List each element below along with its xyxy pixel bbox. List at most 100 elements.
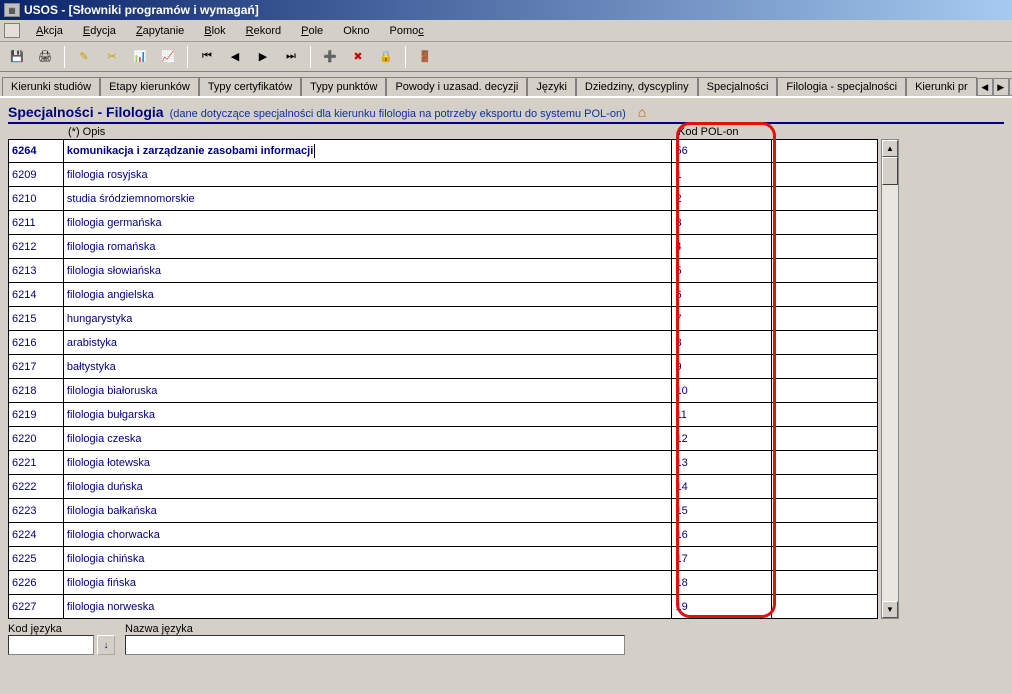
table-row[interactable]: 6219filologia bułgarska11 xyxy=(8,403,878,427)
cell-id[interactable]: 6211 xyxy=(8,211,63,235)
cell-opis[interactable]: bałtystyka xyxy=(63,355,672,379)
table-row[interactable]: 6215hungarystyka7 xyxy=(8,307,878,331)
cell-kod[interactable]: 56 xyxy=(671,139,771,163)
cell-kod[interactable]: 11 xyxy=(671,403,771,427)
tab-powody-i-uzasad-decyzji[interactable]: Powody i uzasad. decyzji xyxy=(386,77,527,96)
cell-opis[interactable]: studia śródziemnomorskie xyxy=(63,187,672,211)
tab-kierunki-studi-w[interactable]: Kierunki studiów xyxy=(2,77,100,96)
tab-typy-punkt-w[interactable]: Typy punktów xyxy=(301,77,386,96)
cell-opis[interactable]: hungarystyka xyxy=(63,307,672,331)
cell-extra[interactable] xyxy=(771,523,878,547)
cell-opis[interactable]: filologia bałkańska xyxy=(63,499,672,523)
cell-opis[interactable]: komunikacja i zarządzanie zasobami infor… xyxy=(63,139,672,163)
cell-kod[interactable]: 15 xyxy=(671,499,771,523)
cell-kod[interactable]: 7 xyxy=(671,307,771,331)
cell-kod[interactable]: 18 xyxy=(671,571,771,595)
cell-kod[interactable]: 2 xyxy=(671,187,771,211)
cell-kod[interactable]: 1 xyxy=(671,163,771,187)
cell-kod[interactable]: 17 xyxy=(671,547,771,571)
tab-specjalno-ci[interactable]: Specjalności xyxy=(698,77,778,96)
cell-id[interactable]: 6219 xyxy=(8,403,63,427)
cell-extra[interactable] xyxy=(771,283,878,307)
cell-kod[interactable]: 12 xyxy=(671,427,771,451)
chart1-button[interactable]: 📊 xyxy=(129,46,151,68)
cell-id[interactable]: 6209 xyxy=(8,163,63,187)
cell-opis[interactable]: filologia angielska xyxy=(63,283,672,307)
cell-extra[interactable] xyxy=(771,475,878,499)
cut-button[interactable]: ✂ xyxy=(101,46,123,68)
cell-opis[interactable]: filologia fińska xyxy=(63,571,672,595)
menu-blok[interactable]: Blok xyxy=(194,23,235,39)
cell-extra[interactable] xyxy=(771,595,878,619)
kod-jezyka-lookup-button[interactable]: ↓ xyxy=(97,635,115,655)
cell-kod[interactable]: 3 xyxy=(671,211,771,235)
table-row[interactable]: 6226filologia fińska18 xyxy=(8,571,878,595)
cell-extra[interactable] xyxy=(771,427,878,451)
tab-scroll-left[interactable]: ◀ xyxy=(977,78,993,96)
cell-opis[interactable]: filologia chińska xyxy=(63,547,672,571)
cell-extra[interactable] xyxy=(771,355,878,379)
nazwa-jezyka-input[interactable] xyxy=(125,635,625,655)
cell-id[interactable]: 6220 xyxy=(8,427,63,451)
cell-opis[interactable]: filologia norweska xyxy=(63,595,672,619)
cell-id[interactable]: 6213 xyxy=(8,259,63,283)
cell-opis[interactable]: filologia romańska xyxy=(63,235,672,259)
cell-id[interactable]: 6216 xyxy=(8,331,63,355)
scroll-track[interactable] xyxy=(882,157,898,601)
cell-id[interactable]: 6212 xyxy=(8,235,63,259)
menu-edycja[interactable]: Edycja xyxy=(73,23,126,39)
menu-rekord[interactable]: Rekord xyxy=(236,23,291,39)
cell-id[interactable]: 6222 xyxy=(8,475,63,499)
insert-button[interactable]: ➕ xyxy=(319,46,341,68)
kod-jezyka-input[interactable] xyxy=(8,635,94,655)
cell-id[interactable]: 6264 xyxy=(8,139,63,163)
cell-extra[interactable] xyxy=(771,163,878,187)
menu-akcja[interactable]: Akcja xyxy=(26,23,73,39)
prev-button[interactable]: ◀ xyxy=(224,46,246,68)
cell-id[interactable]: 6223 xyxy=(8,499,63,523)
chart2-button[interactable]: 📈 xyxy=(157,46,179,68)
edit-button[interactable]: ✎ xyxy=(73,46,95,68)
cell-opis[interactable]: filologia duńska xyxy=(63,475,672,499)
table-row[interactable]: 6264komunikacja i zarządzanie zasobami i… xyxy=(8,139,878,163)
table-row[interactable]: 6221filologia łotewska13 xyxy=(8,451,878,475)
first-button[interactable]: ⏮ xyxy=(196,46,218,68)
cell-opis[interactable]: filologia białoruska xyxy=(63,379,672,403)
table-row[interactable]: 6211filologia germańska3 xyxy=(8,211,878,235)
cell-id[interactable]: 6221 xyxy=(8,451,63,475)
table-row[interactable]: 6224filologia chorwacka16 xyxy=(8,523,878,547)
cell-id[interactable]: 6226 xyxy=(8,571,63,595)
vertical-scrollbar[interactable]: ▲ ▼ xyxy=(881,139,899,619)
table-row[interactable]: 6217bałtystyka9 xyxy=(8,355,878,379)
cell-kod[interactable]: 9 xyxy=(671,355,771,379)
cell-extra[interactable] xyxy=(771,547,878,571)
table-row[interactable]: 6210studia śródziemnomorskie2 xyxy=(8,187,878,211)
cell-extra[interactable] xyxy=(771,187,878,211)
table-row[interactable]: 6213filologia słowiańska5 xyxy=(8,259,878,283)
cell-extra[interactable] xyxy=(771,235,878,259)
table-row[interactable]: 6218filologia białoruska10 xyxy=(8,379,878,403)
cell-extra[interactable] xyxy=(771,307,878,331)
cell-kod[interactable]: 10 xyxy=(671,379,771,403)
cell-kod[interactable]: 8 xyxy=(671,331,771,355)
cell-opis[interactable]: filologia bułgarska xyxy=(63,403,672,427)
cell-opis[interactable]: filologia chorwacka xyxy=(63,523,672,547)
table-row[interactable]: 6223filologia bałkańska15 xyxy=(8,499,878,523)
cell-extra[interactable] xyxy=(771,139,878,163)
cell-id[interactable]: 6215 xyxy=(8,307,63,331)
delete-button[interactable]: ✖ xyxy=(347,46,369,68)
cell-extra[interactable] xyxy=(771,403,878,427)
cell-extra[interactable] xyxy=(771,499,878,523)
cell-extra[interactable] xyxy=(771,379,878,403)
table-row[interactable]: 6225filologia chińska17 xyxy=(8,547,878,571)
cell-extra[interactable] xyxy=(771,211,878,235)
scroll-down-arrow[interactable]: ▼ xyxy=(882,601,898,618)
tab-kierunki-pr[interactable]: Kierunki pr xyxy=(906,77,977,96)
table-row[interactable]: 6227filologia norweska19 xyxy=(8,595,878,619)
tab-typy-certyfikat-w[interactable]: Typy certyfikatów xyxy=(199,77,301,96)
cell-kod[interactable]: 6 xyxy=(671,283,771,307)
cell-opis[interactable]: arabistyka xyxy=(63,331,672,355)
cell-extra[interactable] xyxy=(771,451,878,475)
table-row[interactable]: 6214filologia angielska6 xyxy=(8,283,878,307)
scroll-thumb[interactable] xyxy=(882,157,898,185)
